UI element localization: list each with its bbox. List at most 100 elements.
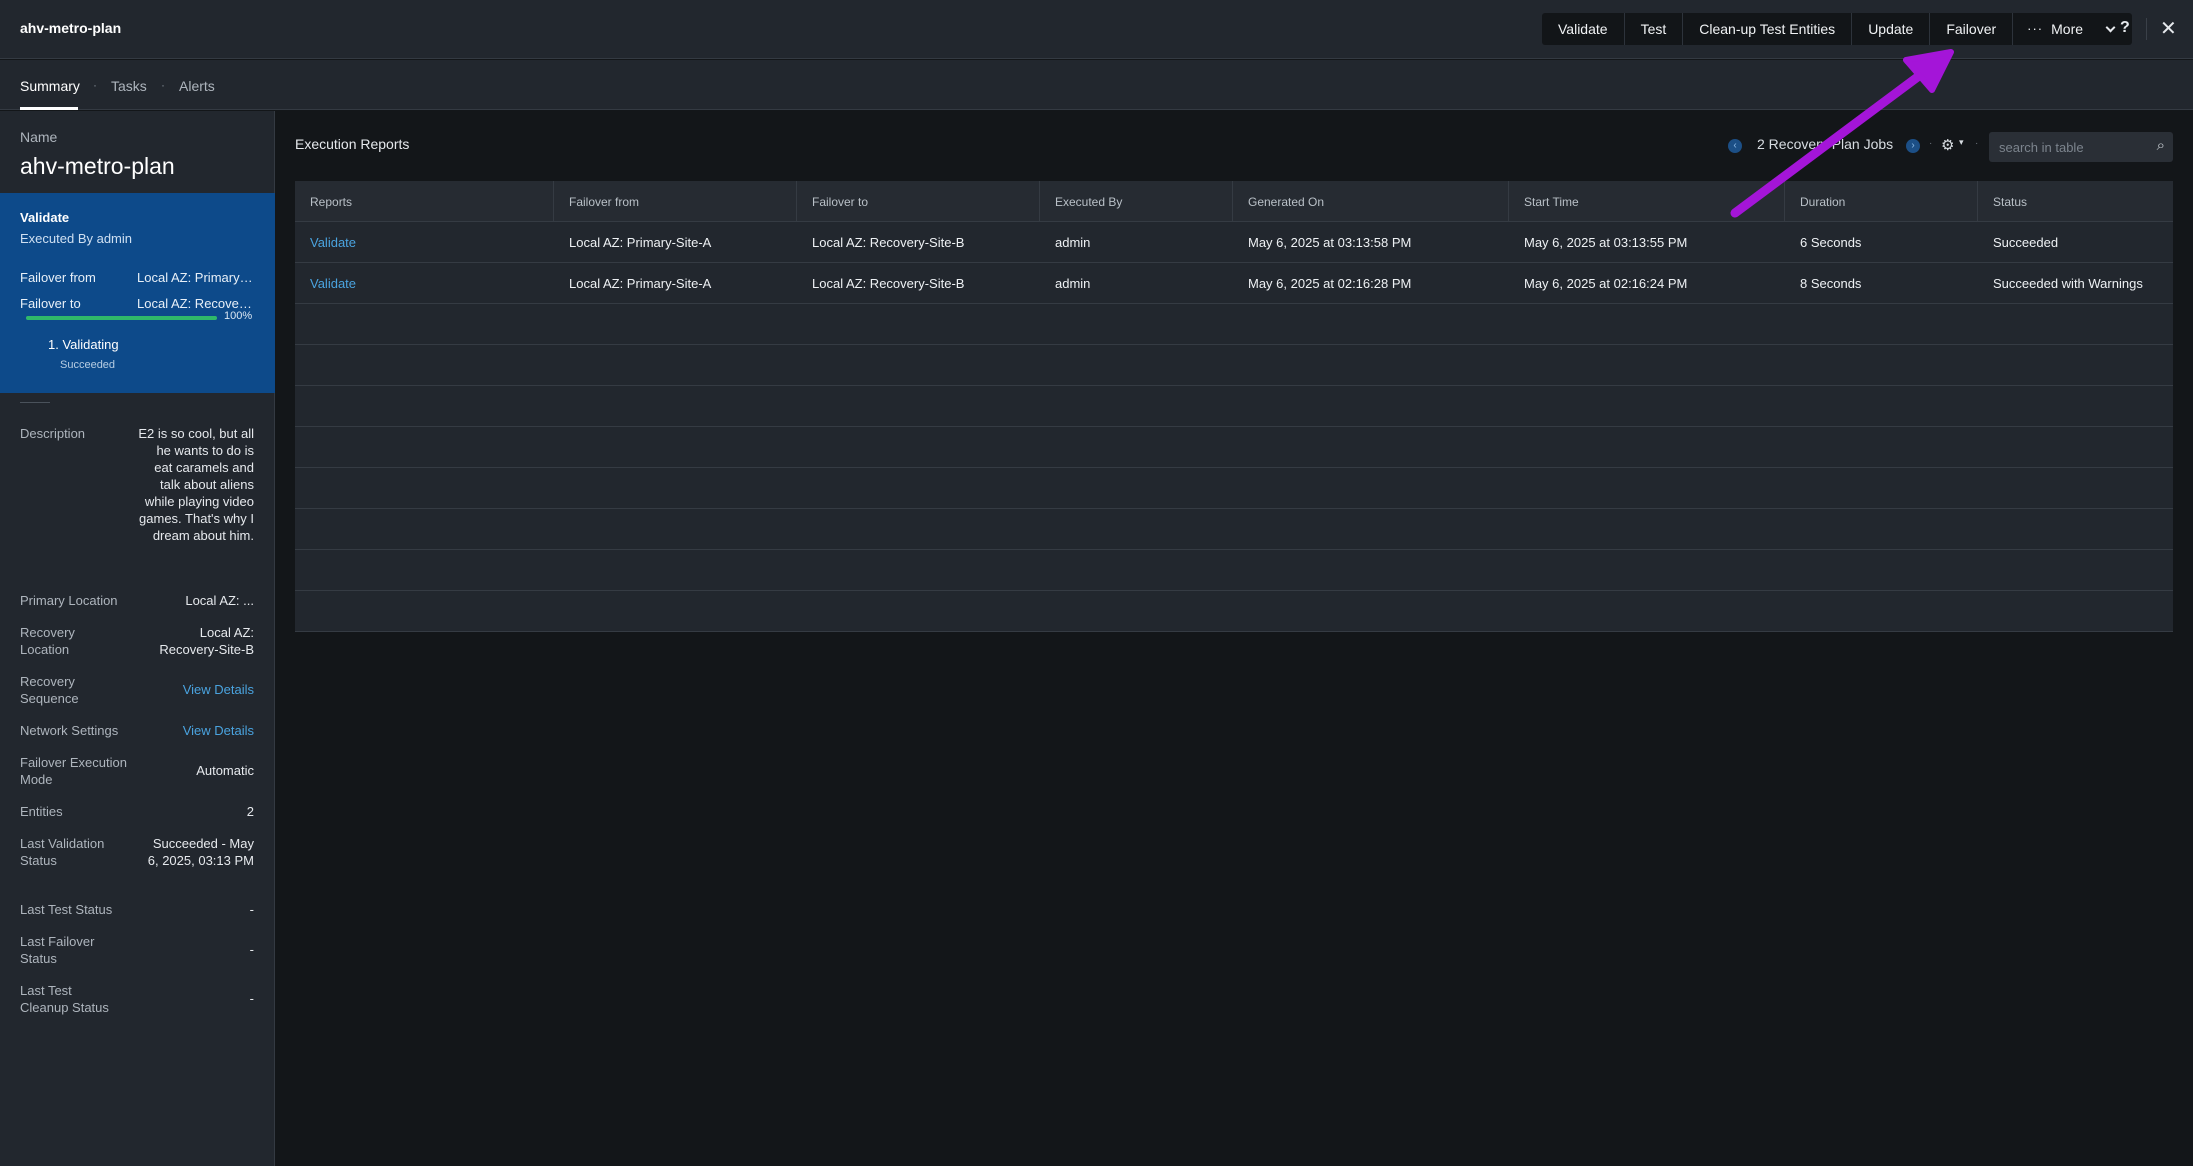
more-dropdown-button[interactable]: ··· More <box>2013 13 2132 45</box>
name-label: Name <box>20 129 58 145</box>
column-header-reports[interactable]: Reports <box>295 181 554 221</box>
test-button[interactable]: Test <box>1625 13 1684 45</box>
table-row[interactable]: Validate Local AZ: Primary-Site-A Local … <box>295 263 2173 304</box>
cell-start-time: May 6, 2025 at 02:16:24 PM <box>1524 276 1688 291</box>
column-header-failover-from[interactable]: Failover from <box>554 181 797 221</box>
cell-generated-on: May 6, 2025 at 02:16:28 PM <box>1248 276 1412 291</box>
job-step-status: Succeeded <box>60 359 116 371</box>
current-job-card[interactable]: Validate Executed By admin Failover from… <box>0 193 275 393</box>
execution-reports-title: Execution Reports <box>295 136 410 152</box>
job-failover-from-label: Failover from <box>20 270 96 285</box>
prop-primary-location-value: Local AZ: ... <box>185 593 254 608</box>
job-progress-percent: 100% <box>224 310 253 322</box>
column-header-executed-by[interactable]: Executed By <box>1040 181 1233 221</box>
execution-reports-table: Reports Failover from Failover to Execut… <box>295 181 2173 632</box>
next-page-icon[interactable]: › <box>1906 139 1920 153</box>
table-row[interactable]: Validate Local AZ: Primary-Site-A Local … <box>295 222 2173 263</box>
cell-generated-on: May 6, 2025 at 03:13:58 PM <box>1248 235 1412 250</box>
empty-table-row <box>295 427 2173 468</box>
active-tab-indicator <box>20 107 78 110</box>
prop-failover-execution-mode-value: Automatic <box>196 763 254 778</box>
empty-table-row <box>295 345 2173 386</box>
prop-last-validation-status-value: Succeeded - May 6, 2025, 03:13 PM <box>147 836 254 868</box>
cell-failover-from: Local AZ: Primary-Site-A <box>569 235 712 250</box>
top-bar: ahv-metro-plan Validate Test Clean-up Te… <box>0 0 2193 59</box>
empty-table-row <box>295 509 2173 550</box>
job-step-title: 1. Validating <box>48 337 119 352</box>
prop-recovery-sequence-label: Recovery Sequence <box>20 674 79 706</box>
job-executed-by: Executed By admin <box>20 231 133 246</box>
cell-status: Succeeded with Warnings <box>1993 276 2143 291</box>
gear-icon[interactable]: ⚙ <box>1941 136 1954 154</box>
network-settings-view-details-link[interactable]: View Details <box>134 722 254 739</box>
empty-table-row <box>295 386 2173 427</box>
prop-last-test-status-value: - <box>249 902 254 917</box>
prop-primary-location-label: Primary Location <box>20 593 118 608</box>
empty-table-row <box>295 304 2173 345</box>
cell-failover-to: Local AZ: Recovery-Site-B <box>812 276 965 291</box>
empty-table-row <box>295 591 2173 632</box>
chevron-down-icon[interactable]: ▾ <box>1959 137 1964 148</box>
prop-description-value: E2 is so cool, but all he wants to do is… <box>138 426 254 543</box>
cell-start-time: May 6, 2025 at 03:13:55 PM <box>1524 235 1688 250</box>
cell-duration: 6 Seconds <box>1800 235 1862 250</box>
cell-duration: 8 Seconds <box>1800 276 1862 291</box>
prop-last-test-cleanup-status-label: Last Test Cleanup Status <box>20 983 109 1015</box>
recovery-sequence-view-details-link[interactable]: View Details <box>134 681 254 698</box>
prop-last-failover-status-label: Last Failover Status <box>20 934 95 966</box>
pager-label: 2 Recovery Plan Jobs <box>1757 136 1894 152</box>
cell-failover-from: Local AZ: Primary-Site-A <box>569 276 712 291</box>
cell-status: Succeeded <box>1993 235 2059 250</box>
cell-executed-by: admin <box>1055 235 1091 250</box>
report-link[interactable]: Validate <box>295 263 554 303</box>
prop-last-validation-status-label: Last Validation Status <box>20 836 105 868</box>
table-header: Reports Failover from Failover to Execut… <box>295 181 2173 222</box>
cell-failover-to: Local AZ: Recovery-Site-B <box>812 235 965 250</box>
search-input[interactable] <box>1999 138 2139 156</box>
empty-rows <box>295 304 2173 632</box>
chevron-down-icon <box>2105 22 2116 32</box>
action-toolbar: Validate Test Clean-up Test Entities Upd… <box>1542 13 2133 45</box>
prop-recovery-location-value: Local AZ: Recovery-Site-B <box>159 625 254 657</box>
search-icon[interactable]: ⌕ <box>2157 137 2165 154</box>
tab-separator: · <box>93 78 97 92</box>
prop-failover-execution-mode-label: Failover Execution Mode <box>20 755 127 787</box>
job-failover-from-value: Local AZ: Primary-Site-A <box>137 270 255 285</box>
more-label: More <box>2051 21 2084 37</box>
summary-panel: Name ahv-metro-plan Validate Executed By… <box>0 111 275 1166</box>
failover-button[interactable]: Failover <box>1930 13 2014 45</box>
plan-name: ahv-metro-plan <box>20 153 175 179</box>
toolbar-separator: · <box>1975 138 1979 149</box>
prop-last-failover-status-value: - <box>249 942 254 957</box>
job-progress-fill <box>26 316 217 320</box>
tab-bar: Summary · Tasks · Alerts <box>0 60 2193 110</box>
empty-table-row <box>295 468 2173 509</box>
cleanup-test-entities-button[interactable]: Clean-up Test Entities <box>1683 13 1853 45</box>
column-header-status[interactable]: Status <box>1978 181 2173 221</box>
tab-separator: · <box>161 78 165 92</box>
tab-tasks[interactable]: Tasks <box>111 78 147 94</box>
app-title: ahv-metro-plan <box>20 20 122 36</box>
validate-button[interactable]: Validate <box>1542 13 1625 45</box>
prop-description-label: Description <box>20 426 86 441</box>
close-icon[interactable]: ✕ <box>2160 16 2177 41</box>
column-header-failover-to[interactable]: Failover to <box>797 181 1040 221</box>
divider <box>2146 18 2147 40</box>
divider <box>20 402 50 403</box>
job-failover-to-label: Failover to <box>20 296 81 311</box>
prop-network-settings-label: Network Settings <box>20 723 119 738</box>
column-header-start-time[interactable]: Start Time <box>1509 181 1785 221</box>
tab-alerts[interactable]: Alerts <box>179 78 215 94</box>
prev-page-icon[interactable]: ‹ <box>1728 139 1742 153</box>
table-search: ⌕ <box>1989 132 2173 162</box>
column-header-generated-on[interactable]: Generated On <box>1233 181 1509 221</box>
help-icon[interactable]: ? <box>2120 19 2130 37</box>
column-header-duration[interactable]: Duration <box>1785 181 1978 221</box>
report-link[interactable]: Validate <box>295 222 554 262</box>
cell-executed-by: admin <box>1055 276 1091 291</box>
update-button[interactable]: Update <box>1852 13 1931 45</box>
toolbar-separator: · <box>1929 138 1933 149</box>
job-title: Validate <box>20 210 70 225</box>
job-progress-bar <box>26 316 217 320</box>
tab-summary[interactable]: Summary <box>20 78 80 94</box>
